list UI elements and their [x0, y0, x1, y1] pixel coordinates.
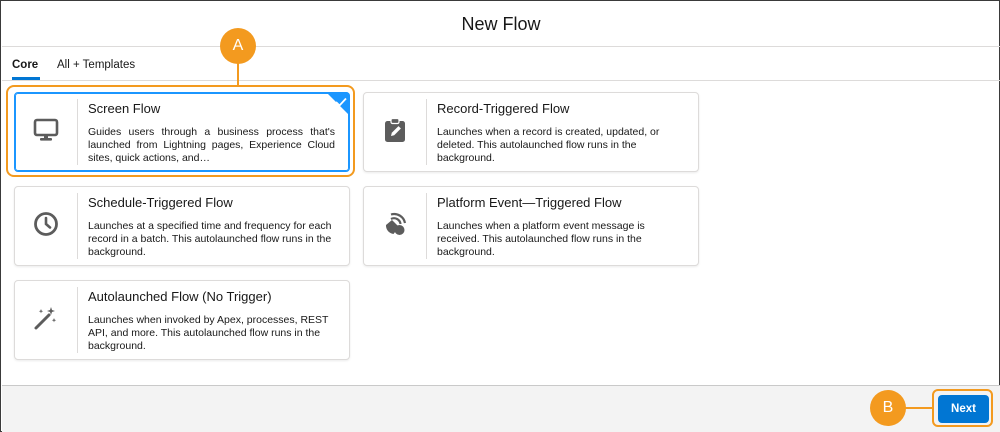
- card-title: Schedule-Triggered Flow: [88, 195, 233, 210]
- callout-b-badge: B: [870, 390, 906, 426]
- callout-a-badge: A: [220, 28, 256, 64]
- card-title: Record-Triggered Flow: [437, 101, 570, 116]
- card-description: Launches at a specified time and frequen…: [88, 220, 332, 258]
- callout-a-connector: [237, 62, 239, 86]
- card-icon-column: [15, 281, 77, 359]
- clock-icon: [33, 211, 59, 242]
- platform-event-icon: [382, 211, 408, 242]
- magic-wand-icon: [33, 305, 59, 336]
- card-divider: [77, 193, 78, 259]
- next-button[interactable]: Next: [938, 395, 989, 423]
- card-title: Autolaunched Flow (No Trigger): [88, 289, 272, 304]
- card-divider: [426, 193, 427, 259]
- modal-header: New Flow: [2, 2, 1000, 47]
- tab-all-templates[interactable]: All + Templates: [57, 59, 135, 71]
- card-icon-column: [364, 187, 426, 265]
- card-title: Screen Flow: [88, 101, 161, 116]
- card-description: Launches when a platform event message i…: [437, 220, 645, 258]
- flow-card-screen-flow[interactable]: Screen Flow Guides users through a busin…: [14, 92, 350, 172]
- card-description: Launches when a record is created, updat…: [437, 126, 660, 164]
- modal-footer: [2, 385, 1000, 432]
- flow-card-autolaunched[interactable]: Autolaunched Flow (No Trigger) Launches …: [14, 280, 350, 360]
- new-flow-modal: New Flow Core All + Templates Screen Flo…: [0, 0, 1000, 432]
- card-icon-column: [364, 93, 426, 171]
- tab-core[interactable]: Core: [12, 59, 38, 71]
- desktop-icon: [33, 118, 59, 147]
- card-icon-column: [15, 93, 77, 171]
- flow-card-record-triggered[interactable]: Record-Triggered Flow Launches when a re…: [363, 92, 699, 172]
- card-description: Launches when invoked by Apex, processes…: [88, 314, 329, 352]
- card-description: Guides users through a business process …: [88, 126, 335, 164]
- callout-b-connector: [905, 407, 932, 409]
- card-title: Platform Event—Triggered Flow: [437, 195, 622, 210]
- flow-card-schedule-triggered[interactable]: Schedule-Triggered Flow Launches at a sp…: [14, 186, 350, 266]
- modal-title: New Flow: [461, 13, 541, 34]
- check-icon: [335, 94, 347, 112]
- tab-bar: Core All + Templates: [2, 47, 1000, 81]
- card-icon-column: [15, 187, 77, 265]
- card-divider: [426, 99, 427, 165]
- active-tab-indicator: [12, 77, 40, 80]
- card-divider: [77, 287, 78, 353]
- card-divider: [77, 99, 78, 165]
- flow-card-platform-event-triggered[interactable]: Platform Event—Triggered Flow Launches w…: [363, 186, 699, 266]
- clipboard-edit-icon: [383, 117, 407, 148]
